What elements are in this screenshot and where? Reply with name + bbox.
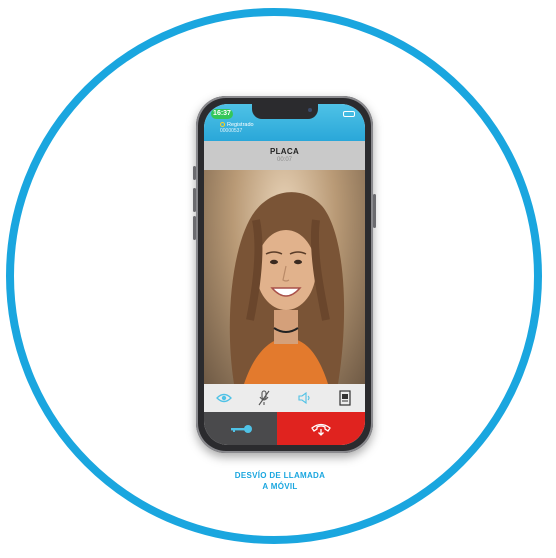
volume-up-button [193,188,196,212]
caller-image [229,192,345,384]
hangup-icon [311,423,331,436]
video-feed [204,170,365,384]
notch [252,104,318,119]
call-controls [204,384,365,412]
power-button [373,194,376,228]
mic-muted-icon[interactable] [252,388,276,408]
caption: DESVÍO DE LLAMADA A MÓVIL [160,470,400,492]
open-door-button[interactable] [204,412,277,445]
call-duration: 00:07 [276,157,292,163]
battery-icon [343,111,355,117]
hangup-button[interactable] [277,412,365,445]
eye-icon[interactable] [212,388,236,408]
phone-screen: 16:37 Registrado 00000537 PLACA 00:07 [204,104,365,445]
caption-line-1: DESVÍO DE LLAMADA [234,471,326,480]
call-title: PLACA [269,147,300,156]
extension-number: 00000537 [220,128,243,134]
registration-dot-icon [220,122,225,128]
status-time: 16:37 [211,109,233,119]
door-panel-icon[interactable] [333,388,357,408]
call-header: PLACA 00:07 [204,141,365,170]
speaker-icon[interactable] [293,388,317,408]
volume-down-button [193,216,196,240]
smartphone: 16:37 Registrado 00000537 PLACA 00:07 [193,96,376,453]
mute-switch [193,166,196,180]
key-icon [230,424,252,433]
caption-line-2: A MÓVIL [262,482,298,491]
registration-status: Registrado 00000537 [220,122,254,134]
call-actions [204,412,365,445]
